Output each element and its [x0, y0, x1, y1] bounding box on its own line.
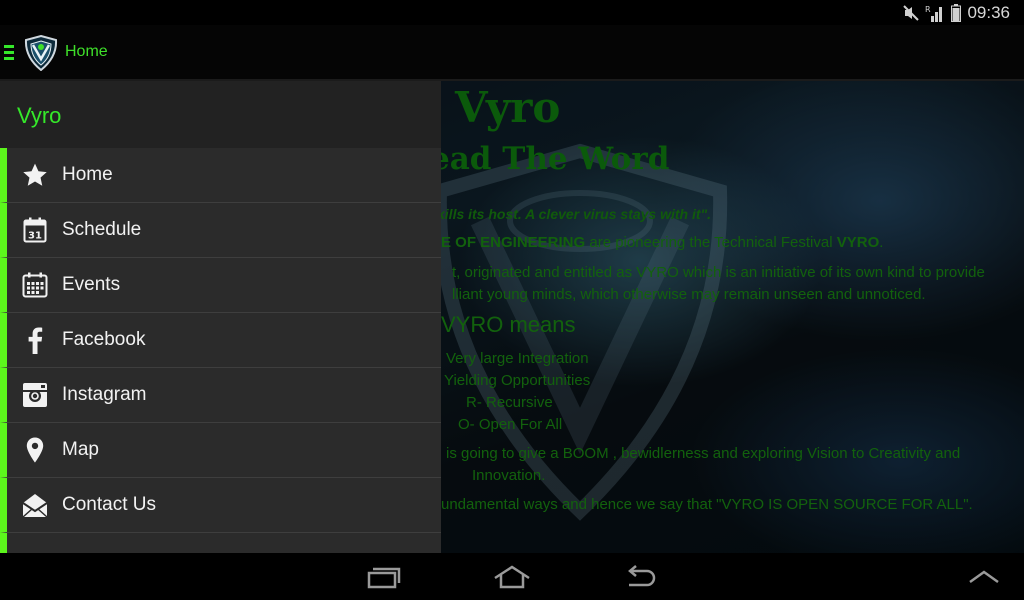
action-bar-title: Home: [65, 43, 108, 60]
drawer-item-facebook[interactable]: Facebook: [0, 313, 441, 368]
navigation-drawer: Vyro Home 31 Schedule Events Facebook In…: [0, 81, 441, 553]
battery-icon: [951, 3, 962, 22]
status-icons: R 09:36: [903, 2, 1010, 23]
drawer-list: Home 31 Schedule Events Facebook Instagr…: [0, 148, 441, 553]
drawer-item-map[interactable]: Map: [0, 423, 441, 478]
drawer-item-events[interactable]: Events: [0, 258, 441, 313]
calendar-day-text: 31: [28, 231, 42, 242]
drawer-item-instagram[interactable]: Instagram: [0, 368, 441, 423]
drawer-item-label: Home: [62, 164, 113, 185]
app-logo-icon[interactable]: [24, 35, 58, 71]
system-nav-bar: [0, 553, 1024, 600]
back-icon[interactable]: [621, 563, 661, 591]
drawer-item-label: Map: [62, 439, 99, 460]
calendar-grid-icon: [21, 271, 49, 299]
drawer-header: Vyro: [0, 81, 441, 148]
drawer-item-label: Contact Us: [62, 494, 156, 515]
action-bar: Home: [0, 25, 1024, 81]
drawer-item-partial[interactable]: [0, 533, 441, 553]
drawer-item-label: Schedule: [62, 219, 142, 240]
drawer-item-label: Facebook: [62, 329, 146, 350]
drawer-item-schedule[interactable]: 31 Schedule: [0, 203, 441, 258]
recent-apps-icon[interactable]: [363, 563, 403, 591]
drawer-item-label: Instagram: [62, 384, 147, 405]
svg-text:R: R: [925, 5, 931, 14]
drawer-item-contact-us[interactable]: Contact Us: [0, 478, 441, 533]
envelope-icon: [21, 491, 49, 519]
drawer-item-label: Events: [62, 274, 121, 295]
star-icon: [21, 161, 49, 189]
mute-icon: [903, 4, 920, 21]
screen: R 09:36 Home Vyro ead The Word kills its…: [0, 0, 1024, 600]
drawer-title: Vyro: [17, 103, 62, 128]
menu-up-icon[interactable]: [964, 563, 1004, 591]
signal-r-icon: R: [925, 5, 943, 22]
status-bar: R 09:36: [0, 0, 1024, 25]
calendar-31-icon: 31: [21, 216, 49, 244]
status-time: 09:36: [967, 2, 1010, 22]
instagram-icon: [21, 381, 49, 409]
facebook-icon: [21, 326, 49, 354]
drawer-toggle-icon[interactable]: [4, 45, 14, 61]
drawer-item-home[interactable]: Home: [0, 148, 441, 203]
map-pin-icon: [21, 436, 49, 464]
home-icon[interactable]: [492, 563, 532, 591]
